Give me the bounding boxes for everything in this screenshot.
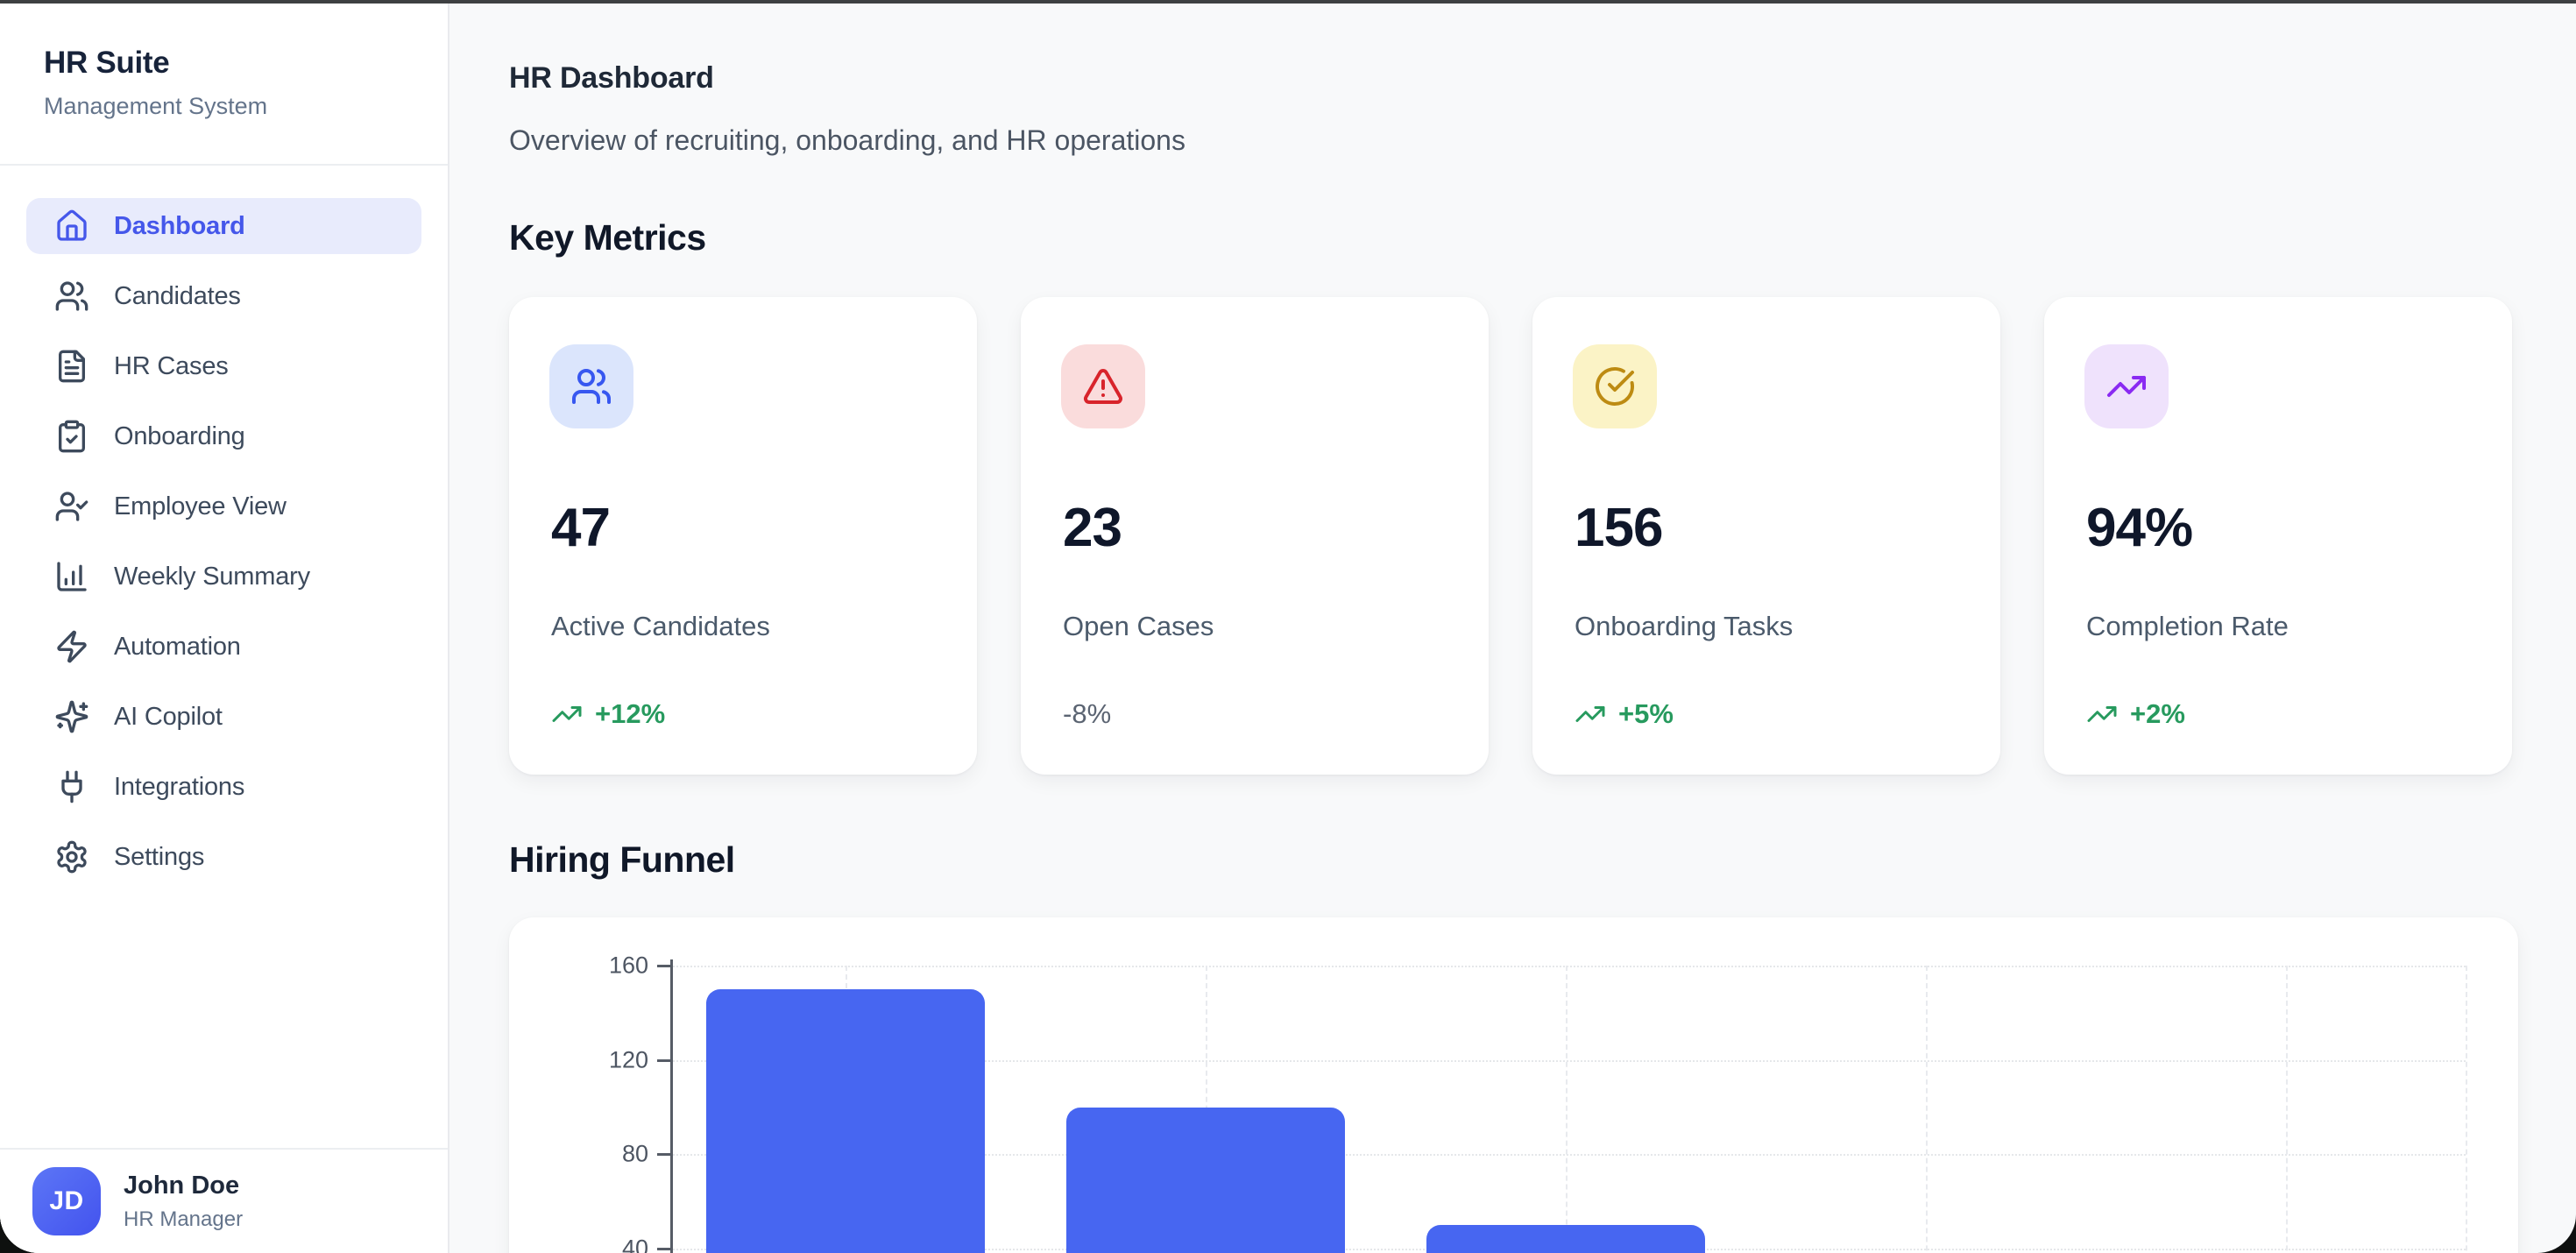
metric-delta: +12% — [551, 698, 665, 730]
sidebar-item-settings[interactable]: Settings — [26, 829, 421, 885]
metric-delta: +2% — [2086, 698, 2185, 730]
sidebar-item-label: Onboarding — [114, 422, 245, 451]
plug-icon — [54, 769, 89, 804]
funnel-bar-3 — [1426, 1225, 1705, 1253]
sidebar-header: HR Suite Management System — [0, 4, 448, 166]
funnel-bar-1 — [706, 989, 985, 1253]
y-axis-tick — [657, 965, 670, 967]
sidebar-item-onboarding[interactable]: Onboarding — [26, 408, 421, 464]
user-card[interactable]: JD John Doe HR Manager — [0, 1148, 448, 1253]
metric-card-open-cases: 23 Open Cases -8% — [1021, 297, 1489, 775]
metric-card-completion-rate: 94% Completion Rate +2% — [2044, 297, 2512, 775]
metric-delta: +5% — [1575, 698, 1674, 730]
metric-value: 47 — [551, 497, 610, 559]
y-axis-tick — [657, 1153, 670, 1156]
sidebar-item-automation[interactable]: Automation — [26, 619, 421, 675]
user-info: John Doe HR Manager — [124, 1172, 243, 1232]
user-name: John Doe — [124, 1172, 243, 1200]
app-subtitle: Management System — [44, 93, 448, 120]
home-icon — [54, 209, 89, 244]
funnel-bar-2 — [1066, 1108, 1345, 1253]
main-content: HR Dashboard Overview of recruiting, onb… — [449, 4, 2576, 1253]
y-axis-label: 80 — [552, 1141, 648, 1168]
sidebar-item-label: Candidates — [114, 282, 241, 311]
metric-delta: -8% — [1063, 698, 1111, 730]
metric-label: Active Candidates — [551, 611, 770, 642]
metric-delta-value: +2% — [2130, 698, 2185, 730]
sidebar-item-label: AI Copilot — [114, 703, 223, 732]
section-title-hiring-funnel: Hiring Funnel — [509, 839, 735, 881]
sidebar-item-candidates[interactable]: Candidates — [26, 268, 421, 324]
sidebar-item-label: Settings — [114, 843, 204, 872]
y-axis-line — [670, 959, 673, 1253]
sidebar-nav: Dashboard Candidates HR Cases Onboarding Emp… — [0, 166, 448, 899]
trending-up-icon — [2084, 344, 2169, 428]
gridline-v — [2286, 966, 2288, 1253]
sidebar-item-employee-view[interactable]: Employee View — [26, 478, 421, 534]
y-axis-label: 40 — [552, 1235, 648, 1253]
gear-icon — [54, 839, 89, 874]
sidebar-item-label: Integrations — [114, 773, 244, 802]
sidebar-item-weekly-summary[interactable]: Weekly Summary — [26, 549, 421, 605]
check-circle-icon — [1573, 344, 1657, 428]
metric-delta-value: +12% — [595, 698, 665, 730]
y-axis-label: 160 — [552, 952, 648, 980]
users-icon — [54, 279, 89, 314]
alert-triangle-icon — [1061, 344, 1145, 428]
app-window: HR Suite Management System Dashboard Cand… — [0, 4, 2576, 1253]
avatar: JD — [32, 1167, 101, 1235]
y-axis-label: 120 — [552, 1046, 648, 1073]
metric-value: 23 — [1063, 497, 1122, 559]
bar-chart-icon — [54, 559, 89, 594]
sidebar-item-label: Dashboard — [114, 212, 245, 241]
gridline-h — [670, 966, 2466, 967]
zap-icon — [54, 629, 89, 664]
users-icon — [549, 344, 633, 428]
y-axis-tick — [657, 1248, 670, 1250]
gridline-v — [1926, 966, 1928, 1253]
sidebar-item-label: HR Cases — [114, 352, 229, 381]
app-title: HR Suite — [44, 46, 448, 81]
metric-card-active-candidates: 47 Active Candidates +12% — [509, 297, 977, 775]
metric-value: 94% — [2086, 497, 2192, 559]
gridline-v — [1566, 966, 1568, 1253]
gridline-v — [2466, 966, 2467, 1253]
section-title-key-metrics: Key Metrics — [509, 217, 706, 258]
metric-label: Completion Rate — [2086, 611, 2289, 642]
sidebar-item-hr-cases[interactable]: HR Cases — [26, 338, 421, 394]
user-role: HR Manager — [124, 1207, 243, 1232]
trending-up-icon — [2086, 698, 2118, 730]
trending-up-icon — [551, 698, 583, 730]
sparkles-icon — [54, 699, 89, 734]
sidebar-item-dashboard[interactable]: Dashboard — [26, 198, 421, 254]
page-subtitle: Overview of recruiting, onboarding, and … — [509, 124, 1185, 157]
sidebar-item-integrations[interactable]: Integrations — [26, 759, 421, 815]
sidebar: HR Suite Management System Dashboard Cand… — [0, 4, 449, 1253]
trending-up-icon — [1575, 698, 1606, 730]
hiring-funnel-chart: 160 120 80 40 — [509, 917, 2518, 1253]
y-axis-tick — [657, 1059, 670, 1062]
file-text-icon — [54, 349, 89, 384]
page-title: HR Dashboard — [509, 61, 714, 96]
sidebar-item-label: Weekly Summary — [114, 563, 310, 591]
metric-value: 156 — [1575, 497, 1662, 559]
clipboard-check-icon — [54, 419, 89, 454]
metric-card-onboarding-tasks: 156 Onboarding Tasks +5% — [1532, 297, 2000, 775]
user-check-icon — [54, 489, 89, 524]
sidebar-item-label: Automation — [114, 633, 241, 662]
metric-label: Open Cases — [1063, 611, 1214, 642]
sidebar-item-ai-copilot[interactable]: AI Copilot — [26, 689, 421, 745]
metric-delta-value: -8% — [1063, 698, 1111, 730]
metric-delta-value: +5% — [1618, 698, 1674, 730]
metric-label: Onboarding Tasks — [1575, 611, 1793, 642]
sidebar-item-label: Employee View — [114, 492, 287, 521]
